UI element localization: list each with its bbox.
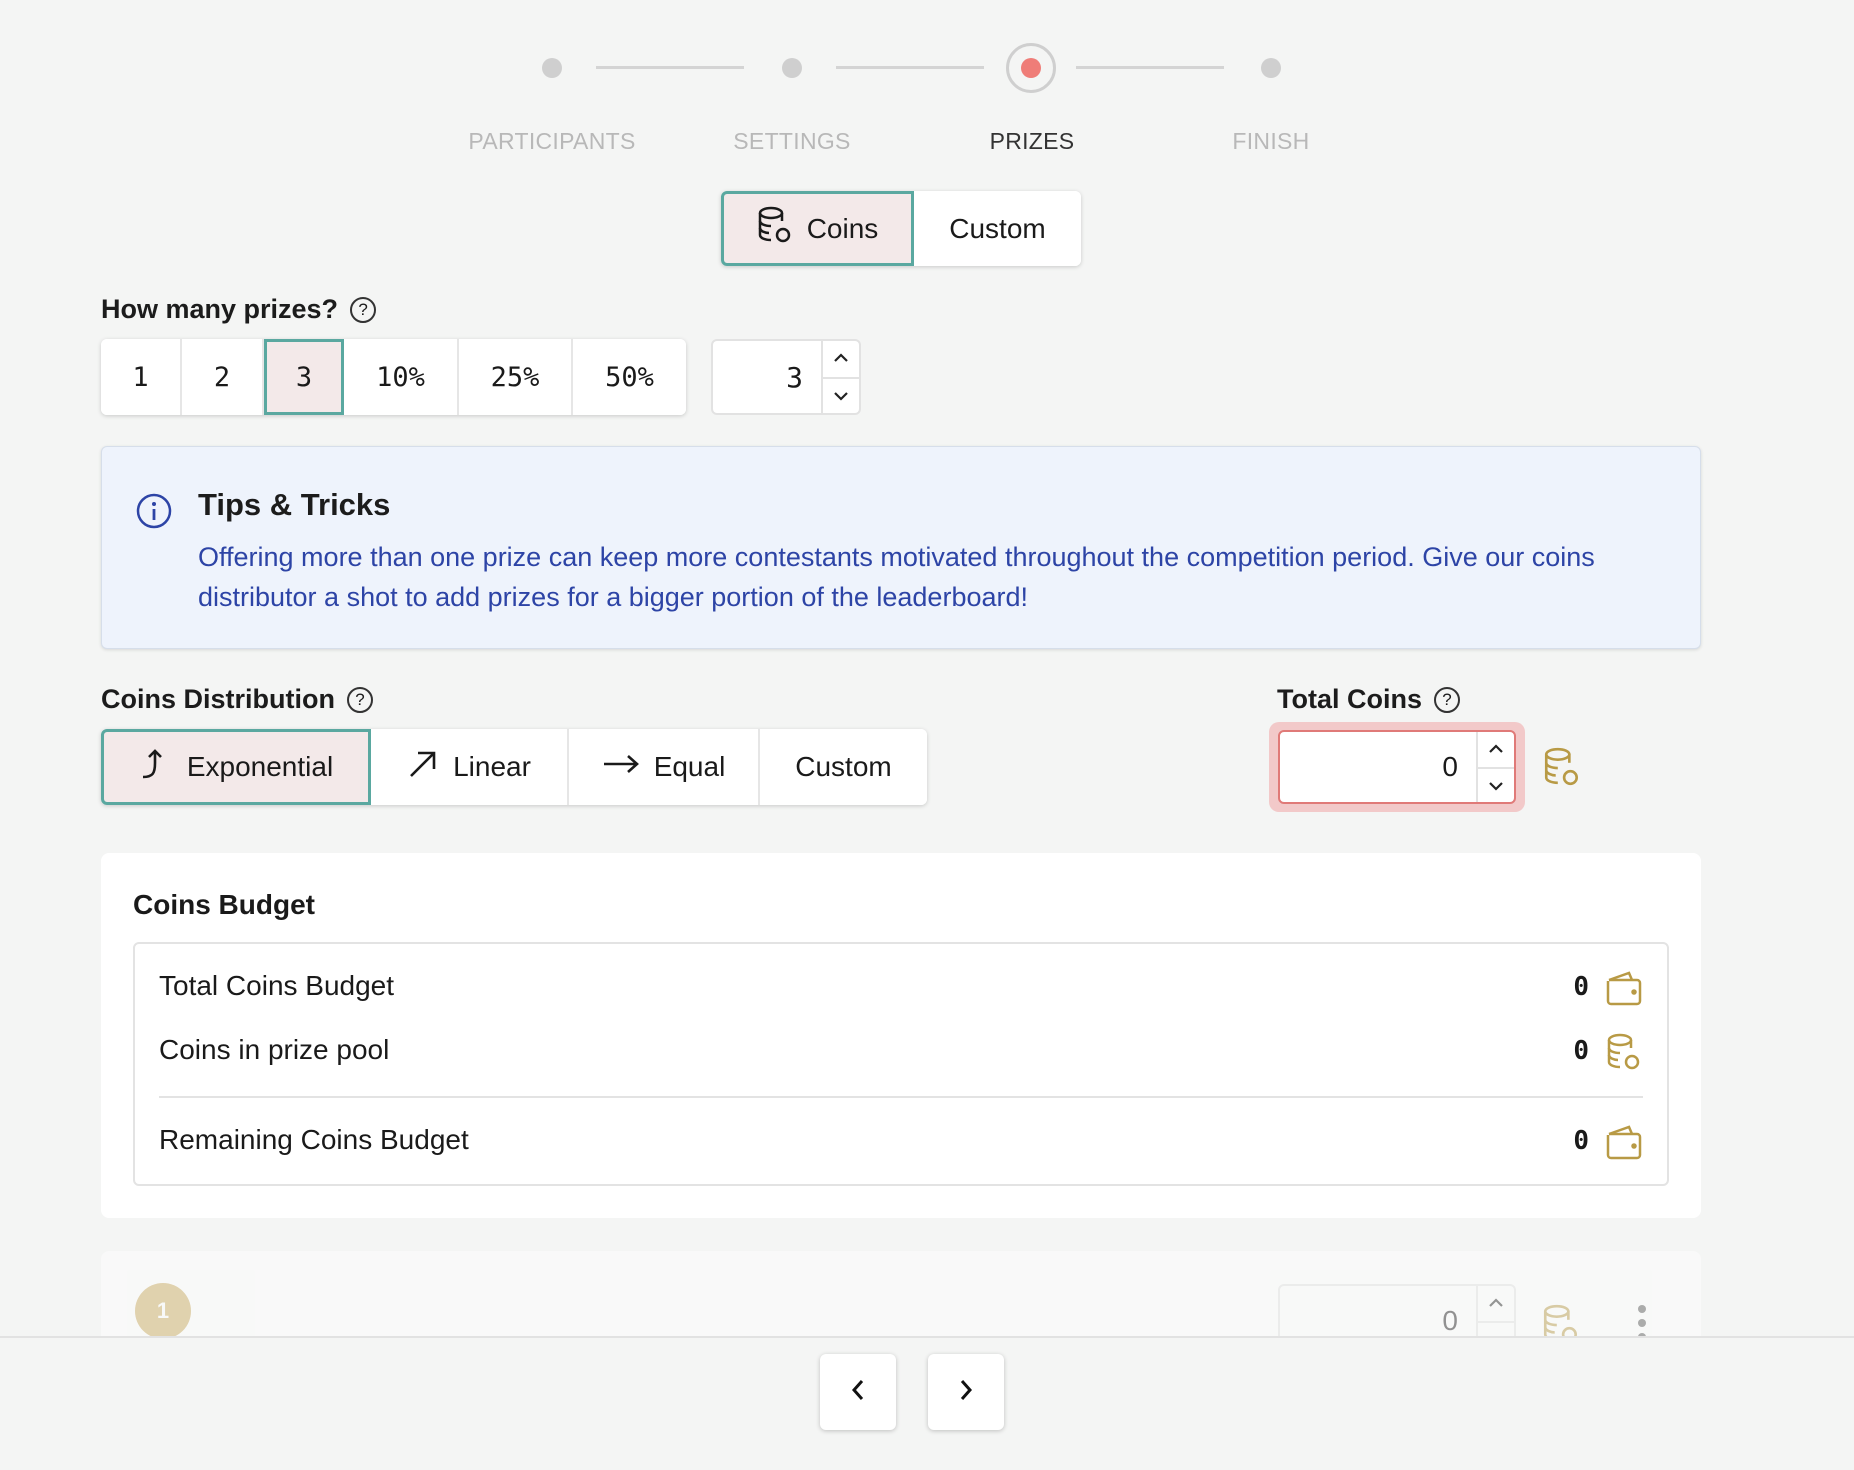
budget-row-label: Coins in prize pool xyxy=(159,1034,390,1065)
chevron-up-icon xyxy=(833,350,849,368)
coins-icon xyxy=(1542,746,1582,793)
step-connector xyxy=(596,66,744,69)
distribution-equal-button[interactable]: Equal xyxy=(569,729,760,805)
distribution-heading: Coins Distribution ? xyxy=(101,684,373,715)
increment-button[interactable] xyxy=(823,341,859,377)
distribution-custom-button[interactable]: Custom xyxy=(760,729,927,805)
total-coins-heading: Total Coins ? xyxy=(1277,684,1460,715)
chevron-up-icon xyxy=(1488,741,1504,759)
prizes-count-heading: How many prizes? ? xyxy=(101,294,377,325)
prizes-count-option-2[interactable]: 2 xyxy=(182,339,264,415)
wallet-icon xyxy=(1605,970,1643,1011)
prizes-count-option-3[interactable]: 3 xyxy=(264,339,344,415)
step-label-participants: PARTICIPANTS xyxy=(468,128,636,154)
prize-type-toggle: Coins Custom xyxy=(721,191,1081,266)
step-dot-settings xyxy=(782,58,802,78)
prize-type-coins-button[interactable]: Coins xyxy=(721,191,914,266)
distribution-options: Exponential Linear Equal Custom xyxy=(101,729,927,805)
increment-button[interactable] xyxy=(1478,732,1514,767)
prize-type-custom-label: Custom xyxy=(949,212,1046,244)
chevron-right-icon xyxy=(958,1378,974,1407)
distribution-custom-label: Custom xyxy=(795,751,892,782)
total-coins-input[interactable]: 0 xyxy=(1278,730,1516,804)
total-coins-field-wrapper: 0 xyxy=(1269,722,1525,812)
option-label: 3 xyxy=(295,361,313,393)
arrow-right-icon xyxy=(602,751,640,783)
option-label: 50% xyxy=(605,361,654,393)
chevron-down-icon xyxy=(833,388,849,406)
wallet-icon xyxy=(1605,1124,1643,1165)
total-coins-label: Total Coins xyxy=(1277,684,1422,714)
prizes-count-option-10pct[interactable]: 10% xyxy=(344,339,459,415)
stepper-arrows xyxy=(1476,732,1514,802)
step-dot-prizes-active xyxy=(1006,43,1056,93)
prizes-count-label: How many prizes? xyxy=(101,294,339,324)
step-label-prizes: PRIZES xyxy=(989,128,1075,154)
rank-number: 1 xyxy=(156,1298,170,1323)
step-connector xyxy=(1076,66,1224,69)
budget-row-label: Total Coins Budget xyxy=(159,970,395,1001)
distribution-label: Coins Distribution xyxy=(101,684,335,714)
tips-title: Tips & Tricks xyxy=(198,487,391,522)
increment-button[interactable] xyxy=(1478,1286,1514,1321)
budget-row-label: Remaining Coins Budget xyxy=(159,1124,469,1155)
step-connector xyxy=(836,66,984,69)
step-label-finish: FINISH xyxy=(1232,128,1310,154)
option-label: 10% xyxy=(376,361,425,393)
next-button[interactable] xyxy=(928,1354,1004,1430)
total-coins-value: 0 xyxy=(1442,751,1458,782)
step-dot-participants xyxy=(542,58,562,78)
distribution-linear-button[interactable]: Linear xyxy=(371,729,569,805)
tips-box: Tips & Tricks Offering more than one pri… xyxy=(101,446,1701,649)
info-icon xyxy=(136,493,172,534)
prizes-count-value: 3 xyxy=(786,360,803,394)
distribution-exponential-button[interactable]: Exponential xyxy=(101,729,371,805)
option-label: 2 xyxy=(213,361,231,393)
rank-medal-badge: 1 xyxy=(135,1283,191,1339)
coins-icon xyxy=(757,205,793,252)
decrement-button[interactable] xyxy=(1478,767,1514,804)
help-icon[interactable]: ? xyxy=(1434,686,1460,713)
prizes-count-option-25pct[interactable]: 25% xyxy=(459,339,573,415)
chevron-left-icon xyxy=(850,1378,866,1407)
prizes-count-option-50pct[interactable]: 50% xyxy=(573,339,686,415)
arrow-up-right-icon xyxy=(407,748,439,787)
chevron-up-icon xyxy=(1488,1295,1504,1313)
step-label-settings: SETTINGS xyxy=(733,128,851,154)
option-label: 1 xyxy=(132,361,149,393)
budget-row-value: 0 xyxy=(1573,1036,1589,1066)
bottom-nav-bar xyxy=(0,1336,1854,1470)
coins-budget-table: Total Coins Budget 0 Coins in prize pool… xyxy=(133,942,1669,1186)
budget-divider xyxy=(159,1096,1643,1098)
budget-row-value: 0 xyxy=(1573,972,1589,1002)
prizes-count-stepper[interactable]: 3 xyxy=(711,339,861,415)
budget-row-value: 0 xyxy=(1573,1126,1589,1156)
prizes-count-option-1[interactable]: 1 xyxy=(101,339,182,415)
chevron-down-icon xyxy=(1488,778,1504,796)
distribution-equal-label: Equal xyxy=(653,751,726,782)
prize-type-coins-label: Coins xyxy=(806,212,879,244)
prizes-count-options: 1 2 3 10% 25% 50% xyxy=(101,339,686,415)
stepper-arrows xyxy=(821,341,859,413)
coins-icon xyxy=(1605,1032,1643,1077)
tips-body: Offering more than one prize can keep mo… xyxy=(198,542,1595,612)
coins-budget-card: Coins Budget Total Coins Budget 0 Coins … xyxy=(101,853,1701,1218)
previous-button[interactable] xyxy=(820,1354,896,1430)
option-label: 25% xyxy=(490,361,540,393)
coins-budget-title: Coins Budget xyxy=(133,889,315,920)
exponential-curve-icon xyxy=(139,747,173,788)
distribution-linear-label: Linear xyxy=(453,751,531,782)
prize-type-custom-button[interactable]: Custom xyxy=(914,191,1081,266)
help-icon[interactable]: ? xyxy=(346,686,373,713)
step-dot-finish xyxy=(1261,58,1281,78)
distribution-exponential-label: Exponential xyxy=(186,751,334,782)
help-icon[interactable]: ? xyxy=(350,296,377,323)
decrement-button[interactable] xyxy=(823,377,859,415)
